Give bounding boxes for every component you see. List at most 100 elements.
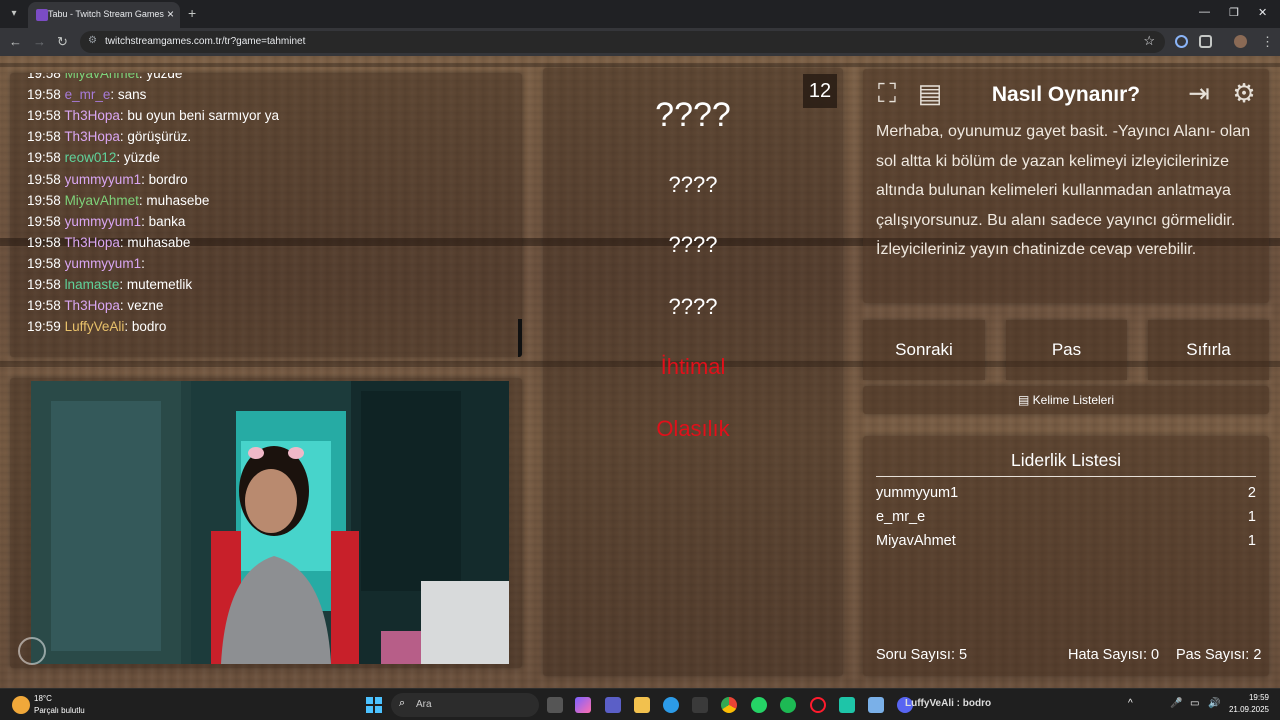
leaderboard-row: yummyyum1 2: [876, 485, 1256, 501]
reload-icon[interactable]: ↻: [57, 34, 68, 50]
chat-text: yüzde: [123, 150, 160, 166]
chat-time: 19:58: [27, 234, 61, 250]
chat-username[interactable]: MiyavAhmet: [65, 73, 139, 81]
tab-close-icon[interactable]: ×: [167, 7, 174, 21]
chat-text: banka: [148, 213, 186, 229]
game-page: 19:58 MiyavAhmet: yüzde 19:58 e_mr_e: san…: [0, 56, 1280, 688]
chat-username[interactable]: e_mr_e: [65, 87, 111, 102]
twitch-favicon-icon: [36, 9, 48, 21]
menu-dots-icon[interactable]: ⋮: [1261, 34, 1274, 50]
tab-search-icon[interactable]: ▾: [6, 6, 22, 22]
site-info-icon[interactable]: ⚙: [88, 35, 97, 46]
chat-message: 19:58 Th3Hopa: görüşürüz.: [27, 129, 191, 144]
clock-date[interactable]: 21.09.2025: [1226, 705, 1269, 714]
volume-icon[interactable]: 🔊: [1208, 698, 1220, 709]
search-placeholder: Ara: [416, 699, 432, 710]
chat-message: 19:58 yummyyum1: bordro: [27, 172, 188, 187]
opera-icon[interactable]: [810, 697, 826, 713]
chat-username[interactable]: yummyyum1: [65, 256, 142, 271]
extensions-puzzle-icon[interactable]: [1199, 35, 1212, 48]
player-score: 1: [1247, 509, 1256, 525]
chat-username[interactable]: Th3Hopa: [64, 108, 120, 123]
chat-message: 19:58 MiyavAhmet: yüzde: [27, 73, 182, 81]
chat-text: sans: [117, 87, 147, 103]
chat-time: 19:58: [27, 129, 61, 145]
address-bar[interactable]: ⚙ twitchstreamgames.com.tr/tr?game=tahmi…: [80, 31, 1165, 53]
wood-plank-seam: [0, 63, 1280, 67]
chat-username[interactable]: yummyyum1: [65, 172, 142, 187]
clock-time[interactable]: 19:59: [1245, 693, 1269, 702]
leaderboard-row: MiyavAhmet 1: [876, 533, 1256, 549]
tray-overflow-icon[interactable]: ^: [1128, 698, 1133, 709]
hidden-word: ????: [668, 172, 718, 197]
pass-button[interactable]: Pas: [1006, 320, 1127, 380]
weather-icon[interactable]: [12, 696, 30, 714]
main-word: ????: [655, 96, 731, 134]
chat-time: 19:58: [27, 277, 61, 292]
webcam-panel: [10, 378, 522, 668]
chat-message: 19:58 yummyyum1:: [27, 256, 145, 271]
chat-username[interactable]: lnamaste: [65, 277, 120, 292]
teams-icon[interactable]: [605, 697, 621, 713]
extension-icon[interactable]: [1175, 35, 1188, 48]
player-name: MiyavAhmet: [876, 533, 956, 549]
task-view-icon[interactable]: [547, 697, 563, 713]
microphone-icon[interactable]: 🎤: [1170, 698, 1182, 709]
word-lists-button[interactable]: ▤ Kelime Listeleri: [863, 386, 1269, 414]
chrome-icon[interactable]: [721, 697, 737, 713]
chat-panel[interactable]: 19:58 MiyavAhmet: yüzde 19:58 e_mr_e: san…: [10, 73, 522, 357]
browser-tab[interactable]: Tabu - Twitch Stream Games ×: [28, 2, 180, 28]
whatsapp-icon[interactable]: [751, 697, 767, 713]
camera-toggle-icon[interactable]: [18, 637, 46, 665]
chat-username[interactable]: Th3Hopa: [64, 235, 120, 250]
word-card-panel: 12 ???? ???? ???? ???? İhtimal Olasılık: [543, 68, 843, 676]
reset-button[interactable]: Sıfırla: [1148, 320, 1269, 380]
bookmark-star-icon[interactable]: ☆: [1143, 33, 1155, 49]
next-button[interactable]: Sonraki: [863, 320, 985, 380]
taskbar-search[interactable]: ⌕ Ara: [391, 693, 539, 717]
chat-username[interactable]: MiyavAhmet: [65, 193, 139, 208]
chat-username[interactable]: Th3Hopa: [64, 129, 120, 144]
file-explorer-icon[interactable]: [634, 697, 650, 713]
chat-message: 19:58 MiyavAhmet: muhasebe: [27, 193, 209, 208]
forward-icon[interactable]: →: [33, 34, 46, 49]
chat-time: 19:58: [27, 87, 61, 103]
chat-message: 19:59 LuffyVeAli: bodro: [27, 319, 166, 334]
back-icon[interactable]: ←: [9, 34, 22, 49]
player-score: 2: [1247, 485, 1256, 501]
pass-count: Pas Sayısı: 2: [1176, 647, 1262, 663]
chat-separator: :: [141, 213, 149, 229]
app-icon[interactable]: [868, 697, 884, 713]
chat-username[interactable]: reow012: [65, 150, 117, 165]
chat-username[interactable]: LuffyVeAli: [65, 319, 125, 334]
player-score: 1: [1247, 533, 1256, 549]
chat-scrollbar[interactable]: [518, 319, 522, 357]
hidden-word: ????: [668, 294, 718, 319]
copilot-icon[interactable]: [575, 697, 591, 713]
chat-time: 19:58: [27, 171, 61, 187]
player-name: e_mr_e: [876, 509, 926, 525]
logout-icon[interactable]: ⇥: [1183, 77, 1215, 109]
app-icon[interactable]: [839, 697, 855, 713]
edge-icon[interactable]: [663, 697, 679, 713]
streamer-webcam-image: [31, 381, 509, 664]
restore-icon[interactable]: ❐: [1229, 6, 1239, 19]
profile-avatar[interactable]: [1234, 35, 1247, 48]
new-tab-icon[interactable]: +: [188, 5, 196, 21]
chat-message: 19:58 reow012: yüzde: [27, 150, 160, 165]
window-close-icon[interactable]: ✕: [1258, 6, 1267, 19]
start-button[interactable]: [366, 697, 382, 713]
network-icon[interactable]: ▭: [1190, 698, 1199, 709]
leaderboard-row: e_mr_e 1: [876, 509, 1256, 525]
chat-username[interactable]: Th3Hopa: [64, 298, 120, 313]
forbidden-word: Olasılık: [656, 416, 730, 441]
chat-username[interactable]: yummyyum1: [65, 214, 142, 229]
chat-separator: :: [110, 87, 118, 103]
spotify-icon[interactable]: [780, 697, 796, 713]
store-icon[interactable]: [692, 697, 708, 713]
chat-time: 19:58: [27, 192, 61, 208]
minimize-icon[interactable]: —: [1199, 6, 1210, 18]
chat-text: görüşürüz.: [127, 129, 192, 145]
list-icon: ▤: [1017, 393, 1033, 407]
settings-gear-icon[interactable]: ⚙: [1228, 77, 1260, 109]
